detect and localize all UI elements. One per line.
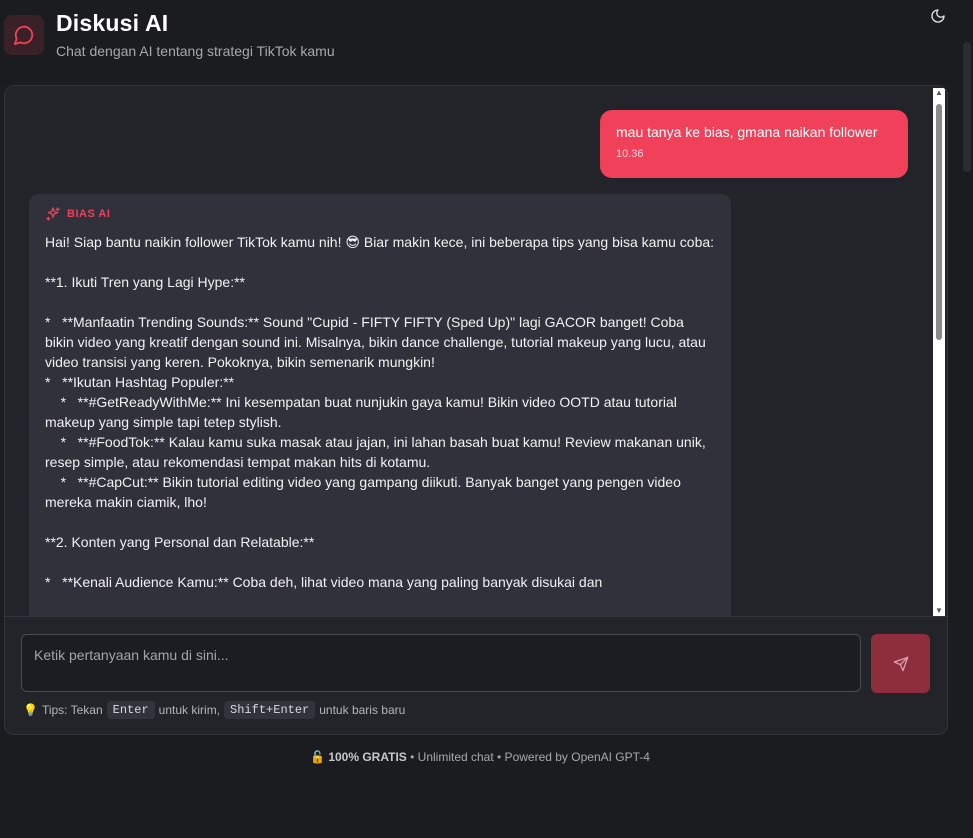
scroll-down-arrow[interactable]: ▼ bbox=[934, 606, 944, 616]
send-button[interactable] bbox=[871, 634, 930, 693]
page-title: Diskusi AI bbox=[56, 10, 169, 36]
message-scrollbar[interactable]: ▲ ▼ bbox=[933, 88, 945, 616]
ai-message-header: BIAS AI bbox=[45, 206, 715, 222]
sparkles-icon bbox=[46, 207, 60, 221]
page-header: Diskusi AI Chat dengan AI tentang strate… bbox=[4, 8, 954, 68]
user-message: mau tanya ke bias, gmana naikan follower… bbox=[600, 110, 908, 178]
chat-panel: mau tanya ke bias, gmana naikan follower… bbox=[4, 85, 948, 735]
theme-toggle-button[interactable] bbox=[926, 4, 950, 28]
ai-message-text: Hai! Siap bantu naikin follower TikTok k… bbox=[45, 234, 715, 590]
user-message-text: mau tanya ke bias, gmana naikan follower bbox=[616, 124, 878, 140]
page-scrollbar-thumb[interactable] bbox=[963, 42, 971, 172]
footer: 🔓 100% GRATIS • Unlimited chat • Powered… bbox=[0, 750, 960, 764]
unlock-icon: 🔓 bbox=[310, 750, 325, 764]
lightbulb-icon: 💡 bbox=[23, 703, 38, 717]
moon-icon bbox=[931, 9, 945, 23]
user-message-time: 10.36 bbox=[616, 148, 644, 160]
message-scrollbar-thumb[interactable] bbox=[936, 104, 942, 340]
tips-suffix: untuk baris baru bbox=[319, 703, 406, 717]
question-input[interactable] bbox=[21, 634, 861, 692]
tips-mid: untuk kirim, bbox=[158, 703, 221, 717]
send-icon bbox=[893, 656, 908, 671]
ai-label: BIAS AI bbox=[67, 208, 111, 220]
footer-text: • Unlimited chat • Powered by OpenAI GPT… bbox=[410, 750, 650, 764]
ai-message: BIAS AI Hai! Siap bantu naikin follower … bbox=[29, 194, 731, 616]
shift-enter-key-hint: Shift+Enter bbox=[224, 701, 316, 719]
page-subtitle: Chat dengan AI tentang strategi TikTok k… bbox=[56, 43, 335, 59]
chat-bubble-icon bbox=[4, 15, 44, 55]
scroll-up-arrow[interactable]: ▲ bbox=[934, 88, 944, 98]
page-scrollbar[interactable] bbox=[961, 0, 973, 838]
input-tips: 💡 Tips: Tekan Enter untuk kirim, Shift+E… bbox=[23, 701, 405, 719]
enter-key-hint: Enter bbox=[106, 701, 155, 719]
footer-highlight: 100% GRATIS bbox=[328, 750, 407, 764]
tips-prefix: Tips: Tekan bbox=[41, 703, 103, 717]
message-list[interactable]: mau tanya ke bias, gmana naikan follower… bbox=[5, 86, 931, 616]
composer: 💡 Tips: Tekan Enter untuk kirim, Shift+E… bbox=[5, 616, 947, 734]
